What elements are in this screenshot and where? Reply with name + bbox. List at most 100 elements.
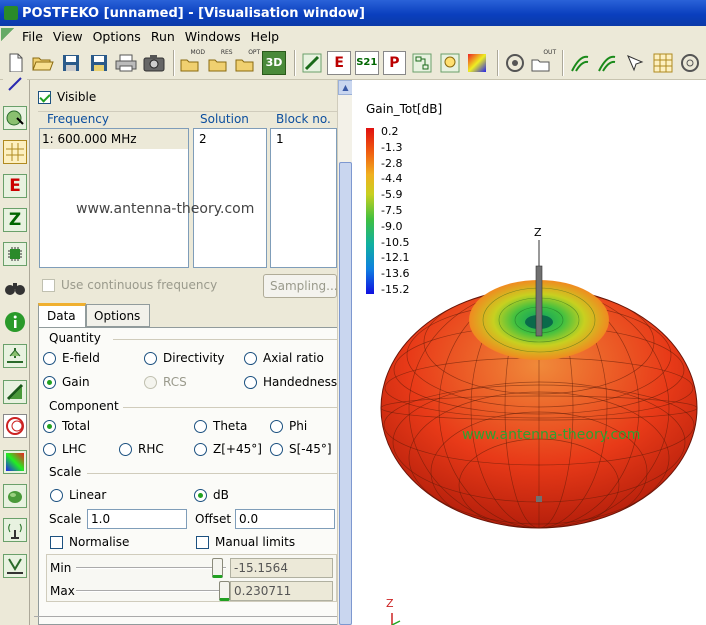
- frequency-list[interactable]: 1: 600.000 MHz: [39, 128, 189, 268]
- s-parameter-icon[interactable]: S21: [355, 50, 379, 75]
- radio-icon[interactable]: [43, 442, 56, 456]
- continuous-frequency-checkbox[interactable]: Use continuous frequency: [42, 278, 217, 292]
- efield-radio[interactable]: E-field: [43, 351, 100, 365]
- block-list[interactable]: 1: [270, 128, 337, 268]
- rhc-radio[interactable]: RHC: [119, 442, 164, 456]
- radio-icon[interactable]: [270, 419, 283, 433]
- max-slider-track[interactable]: [76, 590, 226, 592]
- panel-scrollbar[interactable]: ▲: [337, 80, 353, 625]
- handedness-radio[interactable]: Handedness: [244, 375, 337, 389]
- min-slider-thumb[interactable]: [212, 558, 223, 578]
- radio-icon[interactable]: [244, 351, 257, 365]
- network-icon[interactable]: [410, 51, 434, 75]
- menu-file[interactable]: File: [17, 29, 48, 44]
- menu-options[interactable]: Options: [88, 29, 146, 44]
- radio-icon[interactable]: [119, 442, 132, 456]
- continuous-frequency-check-icon[interactable]: [42, 278, 55, 292]
- list-item[interactable]: 1: 600.000 MHz: [40, 129, 188, 149]
- save-as-icon[interactable]: [87, 51, 111, 75]
- radio-icon[interactable]: [194, 442, 207, 456]
- total-radio[interactable]: Total: [43, 419, 90, 433]
- scroll-up-icon[interactable]: ▲: [338, 80, 353, 95]
- offset-input[interactable]: 0.0: [235, 509, 335, 529]
- visualisation-window[interactable]: Gain_Tot[dB] 0.2 -1.3 -2.8 -4.4 -5.9 -7.…: [352, 80, 706, 625]
- view-3d-icon[interactable]: 3D: [262, 50, 286, 75]
- list-item[interactable]: 1: [271, 129, 336, 149]
- target-icon[interactable]: [503, 51, 527, 75]
- smith-chart-icon[interactable]: [3, 414, 27, 438]
- z-tool-icon[interactable]: Z: [3, 208, 27, 232]
- rcs-radio[interactable]: RCS: [144, 375, 187, 389]
- min-slider-track[interactable]: [76, 567, 226, 569]
- scrollbar-thumb[interactable]: [339, 162, 352, 625]
- target-alt-icon[interactable]: [678, 51, 702, 75]
- binoculars-icon[interactable]: [3, 276, 27, 300]
- phi-radio[interactable]: Phi: [270, 419, 307, 433]
- open-optimisation-icon[interactable]: OPT: [235, 49, 260, 75]
- field-radiation-icon[interactable]: [596, 51, 620, 75]
- radio-icon[interactable]: [244, 375, 257, 389]
- visible-checkbox[interactable]: Visible: [38, 90, 96, 104]
- power-icon[interactable]: P: [382, 50, 407, 75]
- open-model-icon[interactable]: MOD: [179, 49, 205, 75]
- open-folder-icon[interactable]: [32, 51, 56, 75]
- dipole-icon[interactable]: [3, 554, 27, 578]
- db-radio[interactable]: dB: [194, 488, 229, 502]
- print-icon[interactable]: [114, 51, 138, 75]
- ground-plane-icon[interactable]: [3, 344, 27, 368]
- z45p-radio[interactable]: Z[+45°]: [194, 442, 262, 456]
- far-field-tool-icon[interactable]: [3, 380, 27, 404]
- list-item[interactable]: 2: [194, 129, 266, 149]
- tab-data[interactable]: Data: [38, 303, 86, 328]
- mesh-tool-icon[interactable]: [3, 140, 27, 164]
- radio-icon[interactable]: [144, 375, 157, 389]
- manual-limits-check-icon[interactable]: [196, 535, 209, 549]
- cursor-tool-icon[interactable]: [3, 106, 27, 130]
- current-radiation-icon[interactable]: [568, 51, 592, 75]
- new-file-icon[interactable]: [4, 51, 28, 75]
- directivity-radio[interactable]: Directivity: [144, 351, 225, 365]
- radio-icon[interactable]: [50, 488, 63, 502]
- pattern-cursor-icon[interactable]: [623, 51, 647, 75]
- sampling-button[interactable]: Sampling...: [263, 274, 338, 298]
- min-value-field[interactable]: -15.1564: [230, 558, 333, 578]
- open-results-icon[interactable]: RES: [207, 49, 233, 75]
- e-field-tool-icon[interactable]: E: [3, 174, 27, 198]
- radio-icon[interactable]: [194, 419, 207, 433]
- radio-icon[interactable]: [144, 351, 157, 365]
- surface-colour-icon[interactable]: [3, 450, 27, 474]
- save-icon[interactable]: [59, 51, 83, 75]
- geometry-icon[interactable]: [300, 51, 324, 75]
- chip-tool-icon[interactable]: [3, 242, 27, 266]
- info-icon[interactable]: [3, 310, 27, 334]
- gain-radio[interactable]: Gain: [43, 375, 90, 389]
- mesh-grid-icon[interactable]: [651, 51, 675, 75]
- manual-limits-checkbox[interactable]: Manual limits: [196, 535, 295, 549]
- colour-map-icon[interactable]: [465, 51, 489, 75]
- linear-radio[interactable]: Linear: [50, 488, 106, 502]
- normalise-checkbox[interactable]: Normalise: [50, 535, 129, 549]
- bulb-icon[interactable]: [438, 51, 462, 75]
- theta-radio[interactable]: Theta: [194, 419, 247, 433]
- camera-icon[interactable]: [142, 51, 166, 75]
- antenna-source-icon[interactable]: [3, 518, 27, 542]
- tab-options[interactable]: Options: [86, 304, 150, 327]
- axial-ratio-radio[interactable]: Axial ratio: [244, 351, 324, 365]
- max-slider-thumb[interactable]: [219, 581, 230, 601]
- scale-input[interactable]: 1.0: [87, 509, 187, 529]
- menu-run[interactable]: Run: [146, 29, 180, 44]
- radio-icon[interactable]: [43, 351, 56, 365]
- lhc-radio[interactable]: LHC: [43, 442, 86, 456]
- sphere-view-icon[interactable]: [3, 484, 27, 508]
- open-output-icon[interactable]: OUT: [531, 49, 556, 75]
- solution-list[interactable]: 2: [193, 128, 267, 268]
- normalise-check-icon[interactable]: [50, 535, 63, 549]
- max-value-field[interactable]: 0.230711: [230, 581, 333, 601]
- menu-view[interactable]: View: [48, 29, 88, 44]
- radio-selected-icon[interactable]: [43, 419, 56, 433]
- s45m-radio[interactable]: S[-45°]: [270, 442, 332, 456]
- pointer-tool-icon[interactable]: [3, 72, 27, 96]
- radio-selected-icon[interactable]: [43, 375, 56, 389]
- radio-icon[interactable]: [270, 442, 283, 456]
- menu-help[interactable]: Help: [246, 29, 285, 44]
